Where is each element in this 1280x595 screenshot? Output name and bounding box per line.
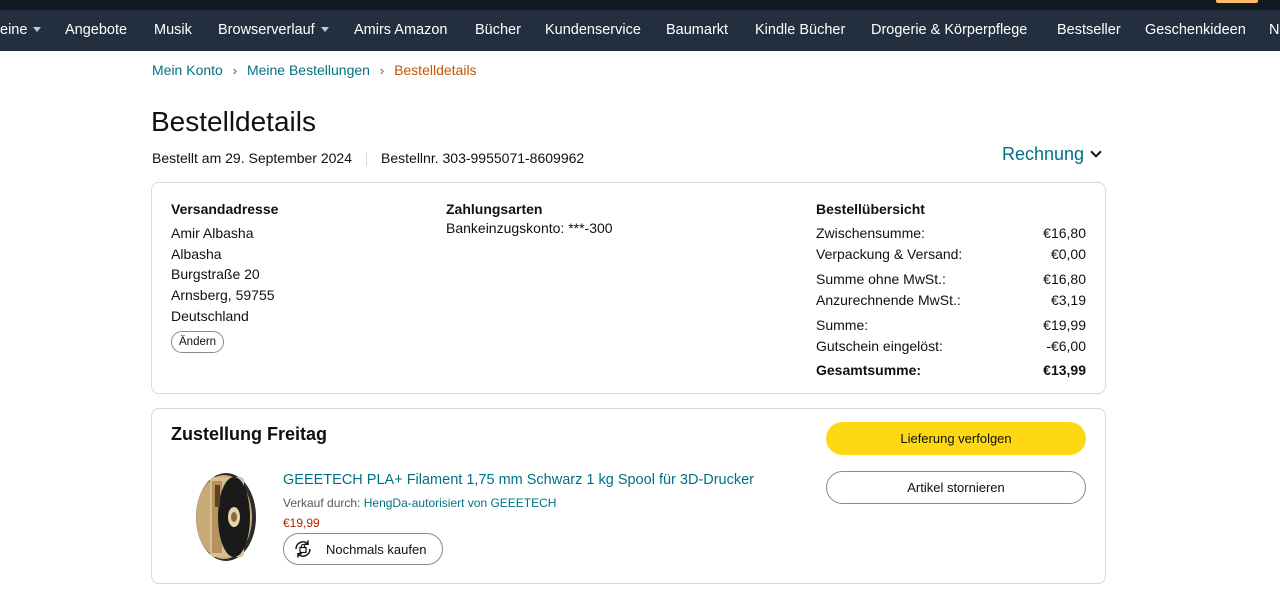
product-price: €19,99 <box>283 516 320 530</box>
delivery-card: Zustellung Freitag GEEETECH PLA+ Filamen… <box>151 408 1106 584</box>
payment-method: Bankeinzugskonto: ***-300 <box>446 220 613 236</box>
cancel-item-button[interactable]: Artikel stornieren <box>826 471 1086 504</box>
nav-item-angebote[interactable]: Angebote <box>65 10 127 51</box>
summary-label: Summe ohne MwSt.: <box>816 271 946 287</box>
nav-item-overflow[interactable]: N <box>1269 10 1279 51</box>
address-line: Deutschland <box>171 308 249 324</box>
breadcrumb-mein-konto[interactable]: Mein Konto <box>152 62 223 78</box>
address-line: Amir Albasha <box>171 225 254 241</box>
summary-value: €0,00 <box>1050 246 1086 262</box>
buy-again-icon <box>295 540 311 558</box>
nav-item-geschenkideen[interactable]: Geschenkideen <box>1145 10 1246 51</box>
summary-label: Summe: <box>816 317 869 333</box>
product-title-link[interactable]: GEEETECH PLA+ Filament 1,75 mm Schwarz 1… <box>283 472 754 488</box>
breadcrumb: Mein Konto › Meine Bestellungen › Bestel… <box>152 62 477 78</box>
change-address-button[interactable]: Ändern <box>171 331 225 353</box>
summary-value: €16,80 <box>1043 271 1086 287</box>
summary-total-label: Gesamtsumme: <box>816 362 922 378</box>
nav-item-musik[interactable]: Musik <box>154 10 192 51</box>
address-line: Albasha <box>171 246 222 262</box>
nav-bar: eine Angebote Musik Browserverlauf Amirs… <box>0 10 1280 51</box>
nav-item-kundenservice[interactable]: Kundenservice <box>545 10 641 51</box>
breadcrumb-separator: › <box>232 63 238 78</box>
summary-label: Zwischensumme: <box>816 225 925 241</box>
nav-item-drogerie[interactable]: Drogerie & Körperpflege <box>871 10 1027 51</box>
summary-value: €16,80 <box>1043 225 1086 241</box>
summary-total-value: €13,99 <box>1043 362 1086 378</box>
order-meta: Bestellt am 29. September 2024 Bestellnr.… <box>152 150 585 167</box>
address-line: Arnsberg, 59755 <box>171 287 275 303</box>
caret-down-icon <box>320 26 329 32</box>
nav-item-alle[interactable]: eine <box>0 10 42 51</box>
nav-item-label: Browserverlauf <box>218 22 315 38</box>
order-date: Bestellt am 29. September 2024 <box>152 150 353 166</box>
breadcrumb-current: Bestelldetails <box>394 62 477 78</box>
summary-label: Gutschein eingelöst: <box>816 338 943 354</box>
summary-label: Verpackung & Versand: <box>816 246 963 262</box>
header-accent <box>1216 0 1258 3</box>
shipping-heading: Versandadresse <box>171 201 279 217</box>
sold-by: Verkauf durch: HengDa-autorisiert von GE… <box>283 496 556 510</box>
seller-link[interactable]: HengDa-autorisiert von GEEETECH <box>364 496 557 510</box>
buy-again-label: Nochmals kaufen <box>326 541 427 557</box>
nav-item-label: eine <box>0 22 28 38</box>
delivery-title: Zustellung Freitag <box>171 424 328 444</box>
summary-value: €3,19 <box>1050 292 1086 308</box>
nav-item-baumarkt[interactable]: Baumarkt <box>666 10 728 51</box>
track-delivery-button[interactable]: Lieferung verfolgen <box>826 422 1086 455</box>
nav-item-buecher[interactable]: Bücher <box>475 10 521 51</box>
summary-value: -€6,00 <box>1046 338 1086 354</box>
chevron-down-icon <box>1090 146 1102 158</box>
nav-item-browserverlauf[interactable]: Browserverlauf <box>218 10 329 51</box>
order-number: Bestellnr. 303-9955071-8609962 <box>381 150 585 166</box>
buy-again-button[interactable]: Nochmals kaufen <box>283 533 443 565</box>
filament-spool-image[interactable] <box>188 471 258 563</box>
invoice-label: Rechnung <box>1002 144 1085 164</box>
sold-by-label: Verkauf durch: <box>283 496 361 510</box>
breadcrumb-meine-bestellungen[interactable]: Meine Bestellungen <box>247 62 370 78</box>
nav-item-amirs-amazon[interactable]: Amirs Amazon <box>354 10 447 51</box>
breadcrumb-separator: › <box>379 63 385 78</box>
summary-label: Anzurechnende MwSt.: <box>816 292 961 308</box>
address-line: Burgstraße 20 <box>171 266 260 282</box>
summary-value: €19,99 <box>1043 317 1086 333</box>
order-info-card: Versandadresse Amir Albasha Albasha Burg… <box>151 182 1106 394</box>
nav-item-bestseller[interactable]: Bestseller <box>1057 10 1121 51</box>
caret-down-icon <box>33 26 42 32</box>
payment-heading: Zahlungsarten <box>446 201 543 217</box>
meta-divider <box>366 152 368 167</box>
invoice-dropdown[interactable]: Rechnung <box>1002 144 1102 165</box>
top-header-strip <box>0 0 1280 10</box>
page-title: Bestelldetails <box>151 106 316 137</box>
summary-heading: Bestellübersicht <box>816 201 925 217</box>
nav-item-kindle-buecher[interactable]: Kindle Bücher <box>755 10 845 51</box>
